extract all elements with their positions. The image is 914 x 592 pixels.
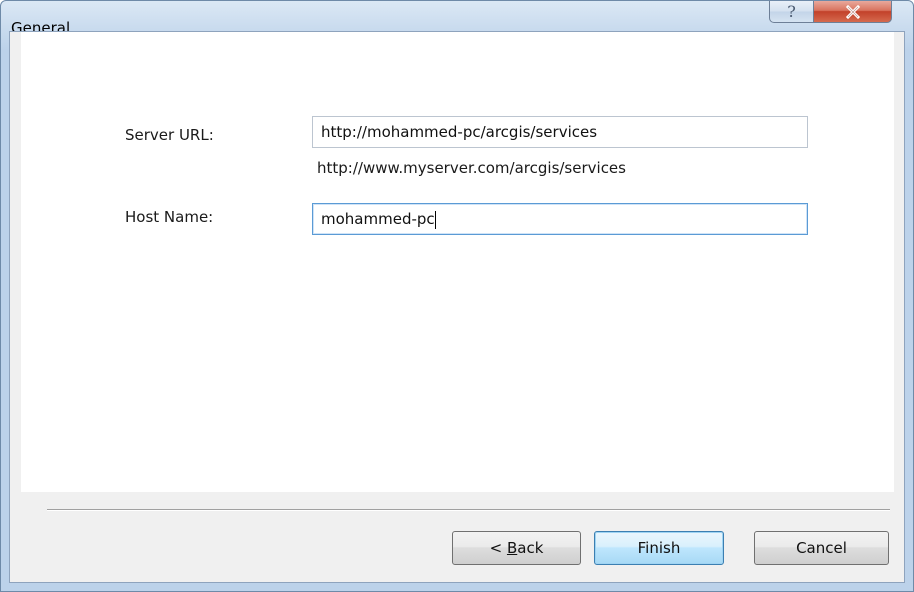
back-button-prefix: < (489, 539, 507, 557)
content-panel: Server URL: http://mohammed-pc/arcgis/se… (21, 32, 894, 492)
server-url-input[interactable]: http://mohammed-pc/arcgis/services (312, 116, 808, 148)
server-url-label: Server URL: (125, 126, 214, 144)
text-caret (434, 210, 436, 229)
host-name-value: mohammed-pc (321, 210, 435, 228)
back-button-rest: ack (517, 539, 544, 557)
host-name-input[interactable]: mohammed-pc (312, 203, 808, 235)
cancel-button[interactable]: Cancel (754, 531, 889, 565)
dialog-window: General ? Server URL: http://mohammed-pc… (0, 0, 914, 592)
dialog-client-area: Server URL: http://mohammed-pc/arcgis/se… (9, 31, 905, 583)
button-separator (47, 509, 890, 511)
help-button[interactable]: ? (769, 1, 814, 23)
help-icon: ? (787, 1, 796, 21)
server-url-example-hint: http://www.myserver.com/arcgis/services (317, 159, 626, 177)
close-icon (845, 4, 860, 19)
back-button[interactable]: < Back (452, 531, 581, 565)
close-button[interactable] (813, 1, 892, 23)
back-button-mnemonic: B (506, 539, 518, 557)
host-name-label: Host Name: (125, 208, 214, 226)
finish-button[interactable]: Finish (594, 531, 724, 565)
